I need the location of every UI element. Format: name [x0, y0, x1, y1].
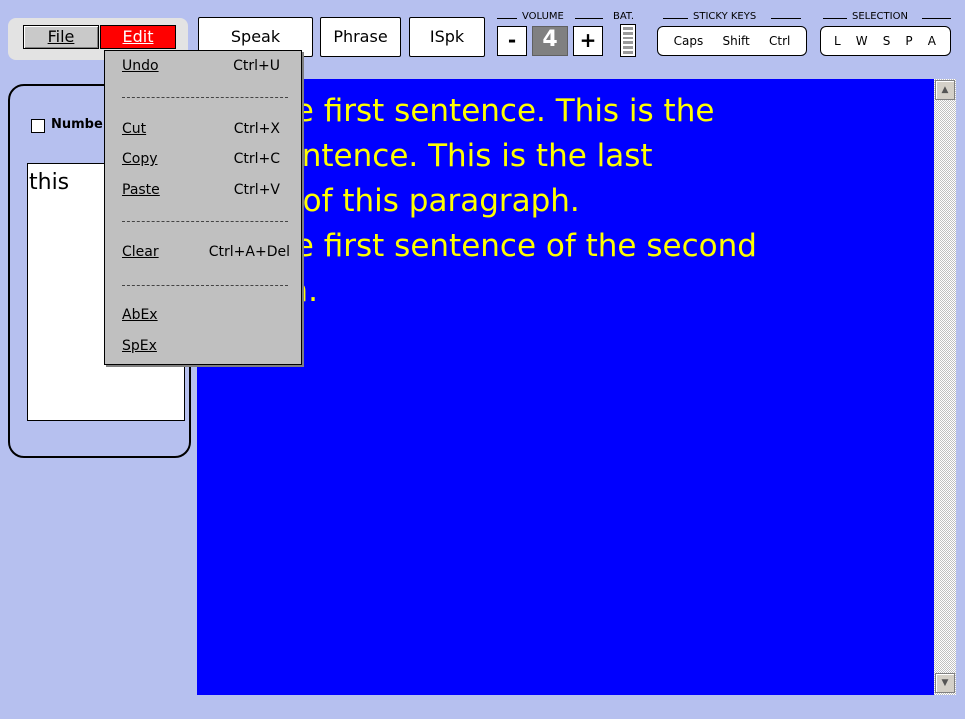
text-line: raph.: [237, 269, 934, 314]
scroll-up-button[interactable]: ▲: [935, 80, 955, 100]
select-word-button[interactable]: W: [856, 34, 869, 48]
word-list-item[interactable]: this: [29, 170, 69, 195]
shift-key[interactable]: Shift: [722, 34, 749, 48]
battery-icon: [620, 24, 636, 57]
selection-panel: L W S P A: [820, 26, 951, 56]
battery-label: BAT.: [613, 11, 635, 22]
sticky-keys-divider: [771, 18, 801, 19]
document-text-area[interactable]: s the first sentence. This is the d sent…: [197, 79, 934, 695]
select-sentence-button[interactable]: S: [883, 34, 892, 48]
edit-menu-label: Edit: [122, 27, 154, 46]
volume-divider: [497, 18, 517, 19]
ctrl-key[interactable]: Ctrl: [769, 34, 790, 48]
sticky-keys-divider: [663, 18, 688, 19]
arrow-down-icon: ▼: [941, 678, 949, 688]
sticky-keys-label: STICKY KEYS: [693, 11, 757, 22]
volume-level: 4: [532, 26, 568, 56]
scroll-down-button[interactable]: ▼: [935, 673, 955, 693]
menu-item-undo[interactable]: Undo Ctrl+U: [122, 58, 294, 74]
caps-key[interactable]: Caps: [674, 34, 704, 48]
menu-item-label: AbEx: [122, 307, 158, 323]
volume-down-button[interactable]: -: [497, 26, 527, 56]
edit-dropdown-menu: Undo Ctrl+U Cut Ctrl+X Copy Ctrl+C Paste…: [104, 50, 302, 365]
file-menu-button[interactable]: File: [23, 25, 99, 49]
menu-item-spex[interactable]: SpEx: [122, 338, 294, 354]
select-all-button[interactable]: A: [928, 34, 937, 48]
text-line: s the first sentence of the second: [237, 228, 757, 264]
menu-separator: [122, 285, 288, 286]
ispk-button[interactable]: ISpk: [409, 17, 485, 57]
menu-separator: [122, 97, 288, 98]
sticky-keys-panel: Caps Shift Ctrl: [657, 26, 807, 56]
menu-item-shortcut: Ctrl+C: [233, 151, 280, 167]
file-menu-label: File: [47, 27, 75, 46]
edit-menu-button[interactable]: Edit: [100, 25, 176, 49]
menu-item-label: Paste: [122, 182, 160, 198]
select-paragraph-button[interactable]: P: [905, 34, 913, 48]
menu-item-label: Clear: [122, 244, 159, 260]
selection-divider: [823, 18, 847, 19]
volume-up-button[interactable]: +: [573, 26, 603, 56]
volume-label: VOLUME: [522, 11, 564, 22]
selection-label: SELECTION: [852, 11, 908, 22]
text-line: nce of this paragraph.: [237, 183, 580, 219]
number-checkbox[interactable]: [31, 119, 45, 133]
text-line: d sentence. This is the last: [237, 138, 653, 174]
menu-item-label: Undo: [122, 58, 159, 74]
menu-item-abex[interactable]: AbEx: [122, 307, 294, 323]
vertical-scrollbar[interactable]: [934, 79, 956, 695]
menu-item-copy[interactable]: Copy Ctrl+C: [122, 151, 294, 167]
selection-divider: [922, 18, 951, 19]
volume-divider: [575, 18, 603, 19]
text-line: s the first sentence. This is the: [237, 93, 715, 129]
arrow-up-icon: ▲: [941, 85, 949, 95]
select-letter-button[interactable]: L: [834, 34, 842, 48]
menu-item-label: SpEx: [122, 338, 157, 354]
phrase-button[interactable]: Phrase: [320, 17, 401, 57]
menu-item-shortcut: Ctrl+A+Del: [208, 244, 290, 260]
menu-separator: [122, 221, 288, 222]
menu-item-cut[interactable]: Cut Ctrl+X: [122, 121, 294, 137]
menu-item-label: Cut: [122, 121, 147, 137]
menu-item-label: Copy: [122, 151, 158, 167]
menu-item-paste[interactable]: Paste Ctrl+V: [122, 182, 294, 198]
menu-item-shortcut: Ctrl+U: [233, 58, 280, 74]
menu-item-shortcut: Ctrl+V: [233, 182, 280, 198]
menu-item-shortcut: Ctrl+X: [233, 121, 280, 137]
menu-item-clear[interactable]: Clear Ctrl+A+Del: [122, 244, 294, 260]
number-checkbox-label: Numbe: [51, 117, 103, 132]
